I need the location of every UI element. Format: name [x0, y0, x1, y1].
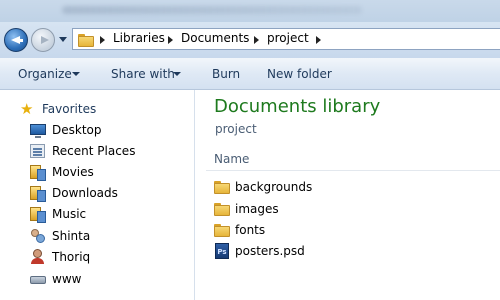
folder-icon	[214, 201, 230, 217]
sidebar-item-label: Shinta	[52, 229, 91, 243]
breadcrumb-separator-icon[interactable]	[316, 36, 321, 44]
sidebar-item-shinta[interactable]: Shinta	[30, 227, 90, 245]
library-icon	[30, 164, 46, 181]
sidebar-item-recent-places[interactable]: Recent Places	[30, 142, 135, 160]
column-divider	[206, 170, 500, 171]
window-title-blurred	[62, 6, 362, 14]
breadcrumb-project[interactable]: project	[267, 31, 309, 45]
column-header-name[interactable]: Name	[214, 152, 249, 166]
users-icon	[30, 228, 46, 244]
breadcrumb-documents[interactable]: Documents	[181, 31, 249, 45]
content-pane: Documents library project Name backgroun…	[196, 90, 500, 300]
folder-icon	[214, 222, 230, 238]
library-icon	[30, 185, 46, 202]
library-subtitle: project	[215, 122, 257, 136]
sidebar-item-favorites[interactable]: ★ Favorites	[20, 100, 96, 118]
breadcrumb-separator-icon[interactable]	[254, 36, 259, 44]
breadcrumb-separator-icon[interactable]	[168, 36, 173, 44]
sidebar-item-label: Recent Places	[52, 144, 136, 158]
sidebar-item-movies[interactable]: Movies	[30, 163, 94, 181]
file-row-posters-psd[interactable]: Ps posters.psd	[214, 242, 305, 260]
window-title-bar	[0, 0, 500, 22]
breadcrumb-libraries[interactable]: Libraries	[113, 31, 165, 45]
recent-places-icon	[30, 143, 46, 159]
photoshop-badge: Ps	[215, 243, 229, 259]
desktop-icon	[30, 122, 46, 138]
file-row-fonts[interactable]: fonts	[214, 221, 265, 239]
burn-button[interactable]: Burn	[212, 67, 240, 81]
sidebar-item-music[interactable]: Music	[30, 205, 86, 223]
sidebar-item-desktop[interactable]: Desktop	[30, 121, 102, 139]
sidebar-item-label: Desktop	[52, 123, 102, 137]
sidebar-item-label: Favorites	[42, 102, 97, 116]
sidebar-item-label: Music	[52, 207, 87, 221]
network-drive-icon	[30, 271, 46, 287]
sidebar-item-thoriq[interactable]: Thoriq	[30, 248, 90, 266]
forward-button[interactable]	[31, 28, 55, 52]
folder-icon	[214, 179, 230, 195]
file-name: images	[235, 202, 279, 216]
sidebar-item-label: Movies	[52, 165, 94, 179]
command-bar: Organize Share with Burn New folder	[0, 58, 500, 90]
file-row-backgrounds[interactable]: backgrounds	[214, 178, 312, 196]
sidebar-item-label: Thoriq	[52, 250, 91, 264]
address-bar[interactable]: Libraries Documents project	[72, 28, 500, 50]
new-folder-button[interactable]: New folder	[267, 67, 332, 81]
back-button[interactable]	[4, 28, 28, 52]
sidebar-item-www[interactable]: www	[30, 270, 81, 288]
sidebar-item-downloads[interactable]: Downloads	[30, 184, 118, 202]
library-icon	[30, 206, 46, 223]
folder-icon	[78, 32, 94, 47]
photoshop-file-icon: Ps	[214, 243, 230, 259]
sidebar-item-label: www	[52, 272, 82, 286]
organize-button[interactable]: Organize	[18, 67, 72, 81]
breadcrumb-separator-icon[interactable]	[100, 36, 105, 44]
library-title: Documents library	[214, 96, 381, 117]
star-icon: ★	[20, 100, 34, 118]
share-with-button[interactable]: Share with	[111, 67, 175, 81]
file-name: posters.psd	[235, 244, 305, 258]
organize-dropdown-icon[interactable]	[72, 72, 80, 76]
file-row-images[interactable]: images	[214, 200, 279, 218]
share-with-dropdown-icon[interactable]	[173, 72, 181, 76]
navigation-pane: ★ Favorites Desktop Recent Places Movies…	[0, 90, 195, 300]
file-name: fonts	[235, 223, 266, 237]
file-name: backgrounds	[235, 180, 313, 194]
sidebar-item-label: Downloads	[52, 186, 118, 200]
user-icon	[30, 249, 46, 265]
recent-pages-dropdown-icon[interactable]	[59, 37, 67, 42]
